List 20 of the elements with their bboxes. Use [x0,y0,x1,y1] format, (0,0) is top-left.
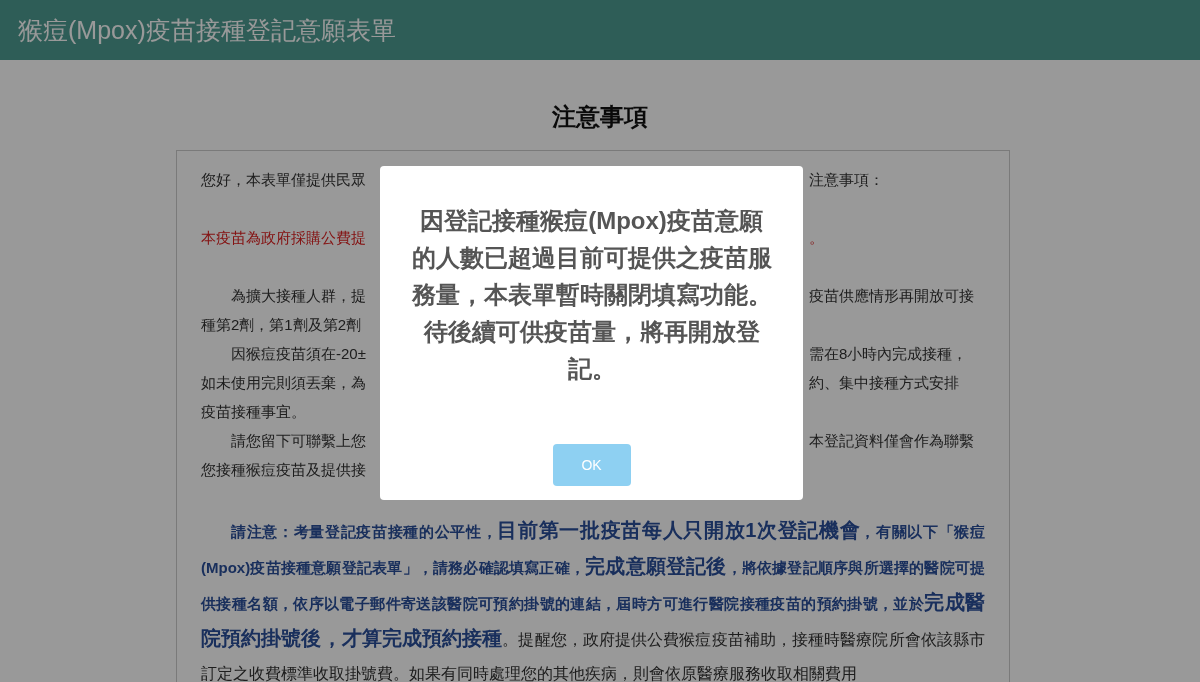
notice-text: 疫苗供應情形再開放可接 [809,286,974,306]
notice-text: 您接種猴痘疫苗及提供接 [201,460,367,480]
ok-button[interactable]: OK [552,444,631,486]
notice-text: 種第2劑，第1劑及第2劑 [201,315,363,335]
notice-heading: 注意事項 [551,102,649,132]
notice-text: 本疫苗為政府採購公費提 [201,228,367,248]
notice-text: 因猴痘疫苗須在-20± [230,344,367,364]
notice-text: 本登記資料僅會作為聯繫 [809,431,974,451]
notice-text: 為擴大接種人群，提 [230,286,367,306]
notice-text: 。 [809,228,824,248]
notice-text: 您好，本表單僅提供民眾 [201,170,367,190]
notice-text: 注意事項： [809,170,884,190]
notice-text: 疫苗接種事宜。 [201,402,307,422]
notice-text: 約、集中接種方式安排 [809,373,959,393]
notice-paragraph: 請注意：考量登記疫苗接種的公平性，目前第一批疫苗每人只開放1次登記機會，有關以下「猴痘(Mpox)疫苗接種意願登記表單」，請務必確認填寫正確，完成意願登記後，將依據登記順序與所選擇的醫院可提供接種名額，依序以電子郵件寄送該醫院可預約掛號的連結，屆時方可進行醫院接種疫苗的預約掛號，並於完成醫院預約掛號後，才算完成預約接種。提醒您，政府提供公費猴痘疫苗補助，接種時醫療院所會依該縣市訂定之收費標準收取掛號費。如果有同時處理您的其他疾病，則會依原醫療服務收取相關費用 [201,518,985,682]
notice-text: 如未使用完則須丟棄，為 [201,373,367,393]
notice-text: 需在8小時內完成接種， [809,344,968,364]
dialog-message: 因登記接種猴痘(Mpox)疫苗意願的人數已超過目前可提供之疫苗服務量，本表單暫時關閉填寫功能。待後續可供疫苗量，將再開放登記。 [410,206,773,384]
page-title: 猴痘(Mpox)疫苗接種登記意願表單 [18,14,396,46]
notice-text: 請您留下可聯繫上您 [230,431,367,451]
